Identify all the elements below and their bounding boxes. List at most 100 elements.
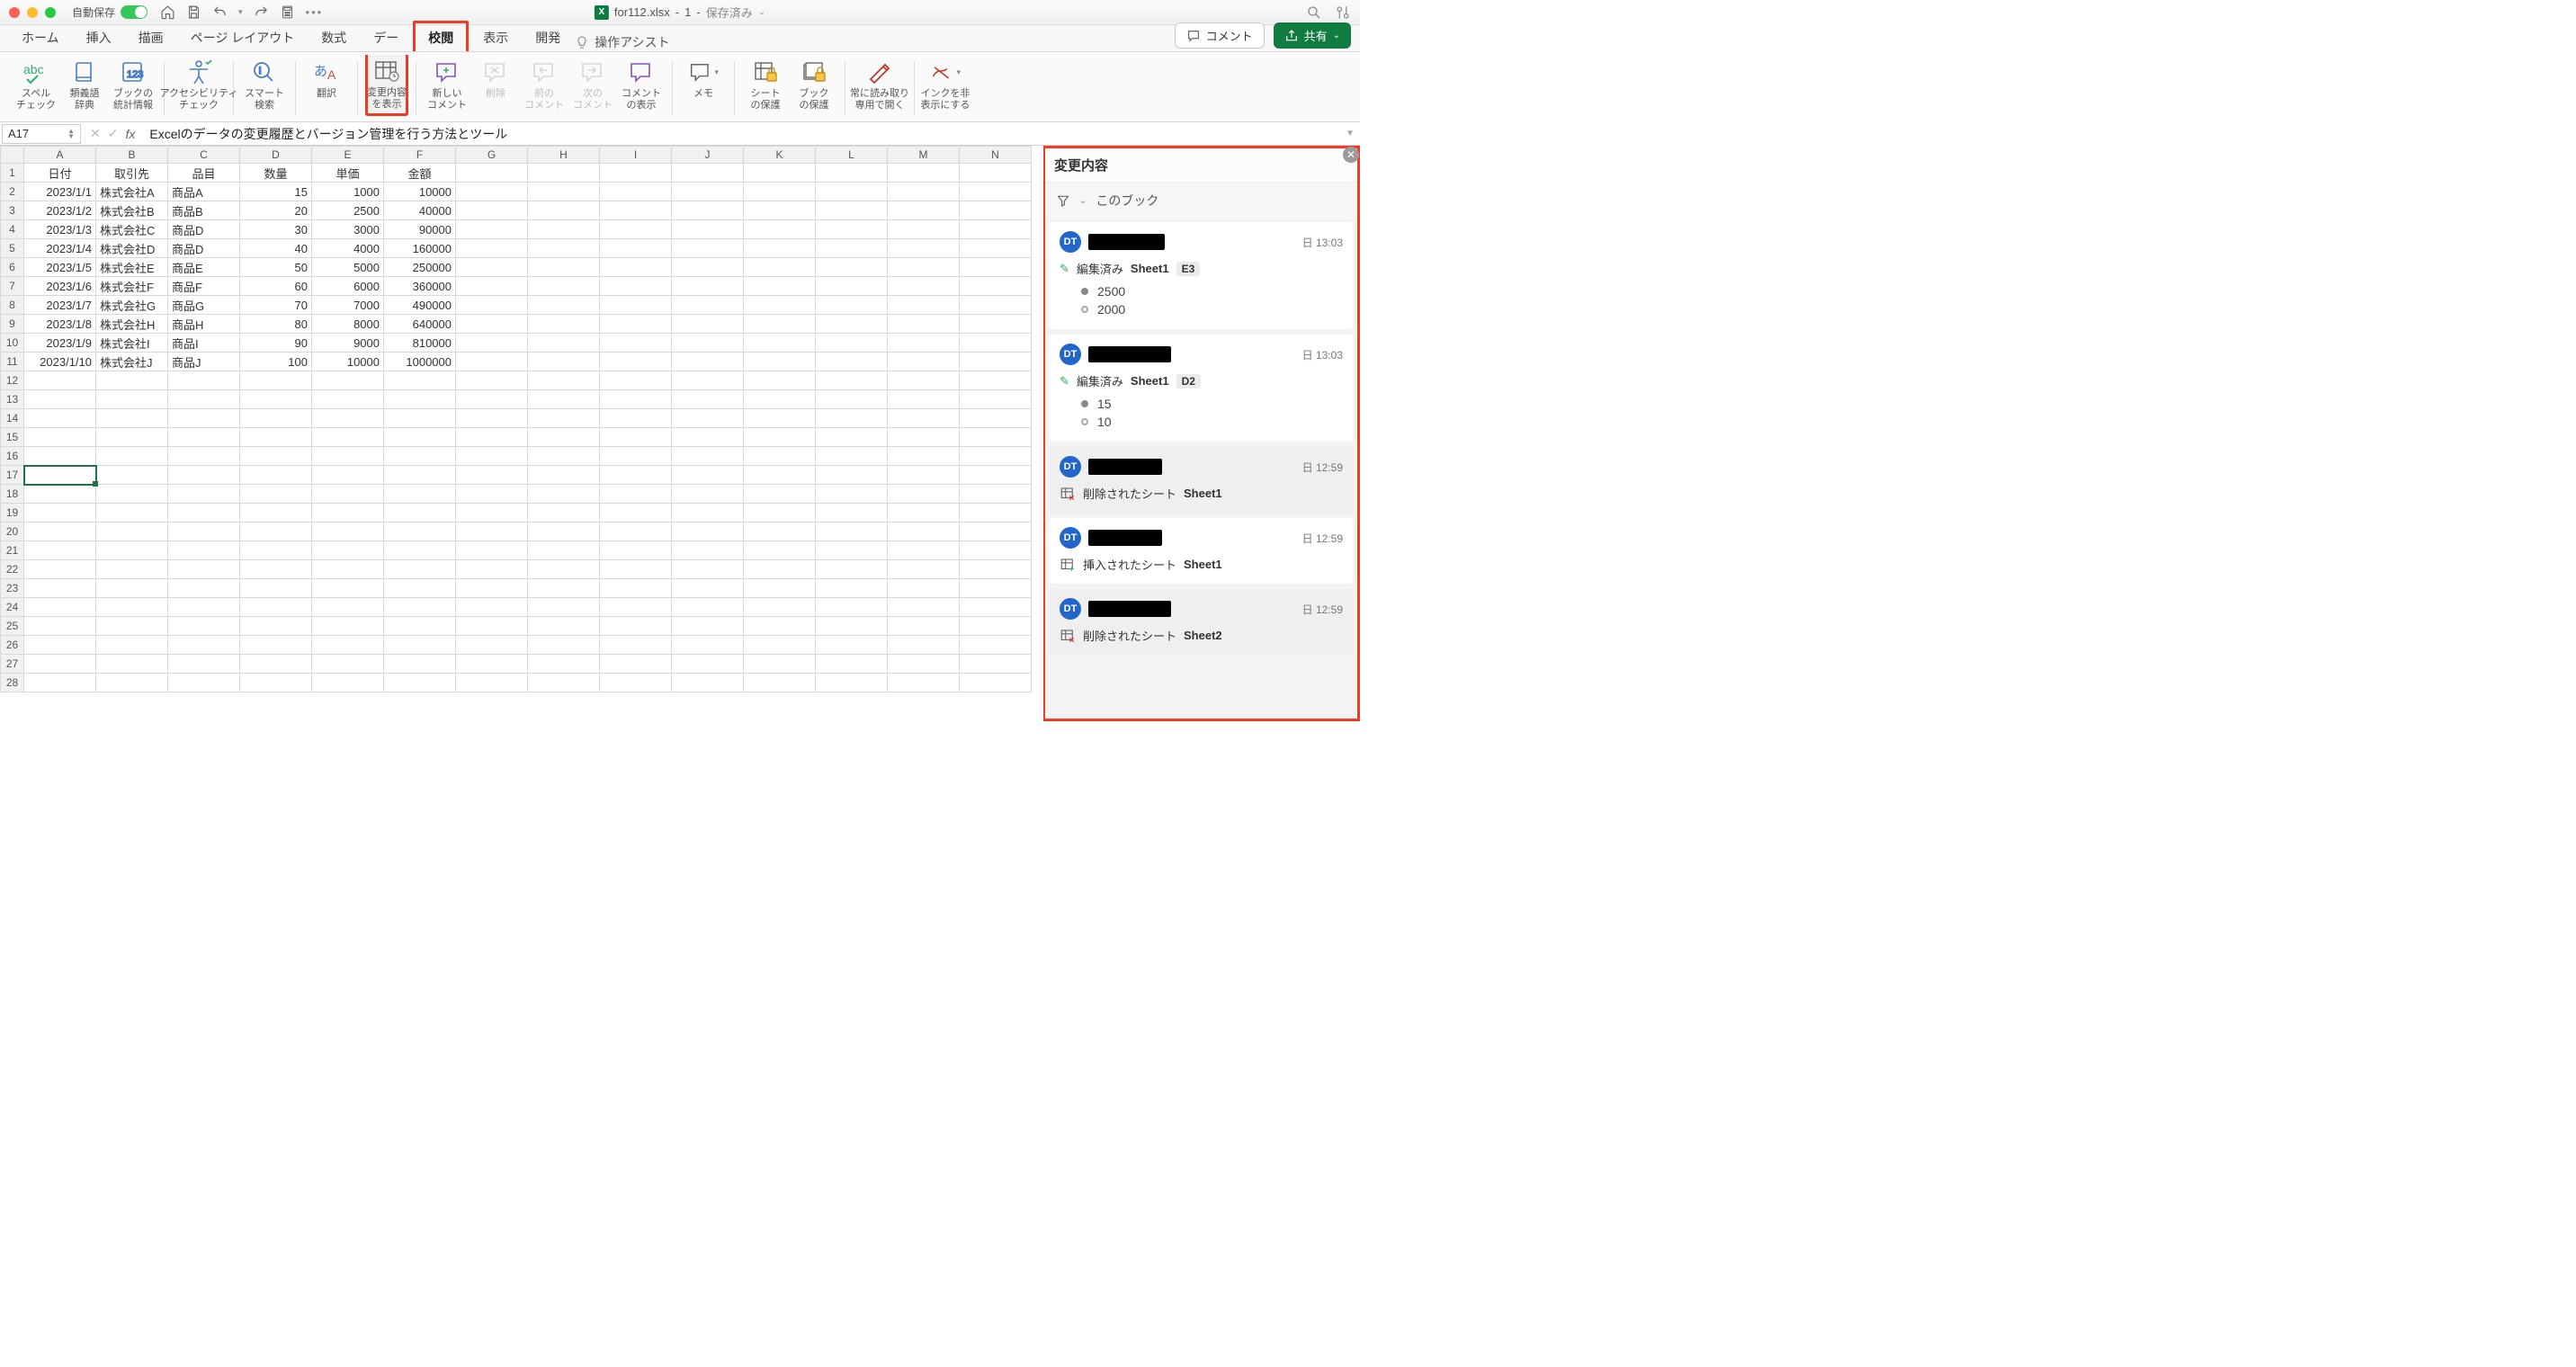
cell[interactable]: 60 — [240, 277, 312, 296]
row-header[interactable]: 7 — [1, 277, 24, 296]
show-changes[interactable]: 変更内容 を表示 — [365, 55, 408, 116]
cell[interactable] — [744, 504, 816, 523]
cell[interactable] — [600, 617, 672, 636]
cell[interactable] — [312, 466, 384, 485]
cell[interactable]: 株式会社G — [96, 296, 168, 315]
cell[interactable] — [600, 560, 672, 579]
cell[interactable] — [888, 334, 960, 353]
cell[interactable] — [96, 390, 168, 409]
cell[interactable] — [456, 674, 528, 692]
cell[interactable] — [672, 164, 744, 183]
cell[interactable] — [456, 447, 528, 466]
cell[interactable]: 490000 — [384, 296, 456, 315]
cell[interactable] — [600, 201, 672, 220]
cell[interactable] — [600, 541, 672, 560]
cell[interactable] — [672, 258, 744, 277]
cell[interactable] — [888, 636, 960, 655]
row-header[interactable]: 8 — [1, 296, 24, 315]
maximize-window[interactable] — [45, 7, 56, 18]
cell[interactable] — [960, 541, 1032, 560]
cell[interactable] — [672, 201, 744, 220]
row-header[interactable]: 27 — [1, 655, 24, 674]
cell[interactable] — [600, 447, 672, 466]
row-header[interactable]: 25 — [1, 617, 24, 636]
cell[interactable] — [816, 447, 888, 466]
cell[interactable] — [24, 371, 96, 390]
row-header[interactable]: 15 — [1, 428, 24, 447]
cell[interactable] — [744, 579, 816, 598]
protect-sheet[interactable]: シート の保護 — [744, 58, 787, 111]
cell[interactable]: 250000 — [384, 258, 456, 277]
cell[interactable] — [672, 617, 744, 636]
cell[interactable]: 株式会社I — [96, 334, 168, 353]
close-panel-icon[interactable]: ✕ — [1343, 147, 1359, 163]
col-header[interactable]: A — [24, 147, 96, 164]
home-icon[interactable] — [160, 4, 175, 20]
cell[interactable]: 株式会社D — [96, 239, 168, 258]
row-header[interactable]: 20 — [1, 523, 24, 541]
col-header[interactable]: M — [888, 147, 960, 164]
tab-developer[interactable]: 開発 — [523, 23, 573, 51]
cell[interactable] — [816, 485, 888, 504]
cell[interactable] — [168, 409, 240, 428]
cell[interactable] — [744, 617, 816, 636]
cell[interactable] — [528, 371, 600, 390]
cell[interactable] — [816, 353, 888, 371]
cell[interactable] — [312, 485, 384, 504]
fx-icon[interactable]: fx — [125, 127, 135, 141]
cell[interactable] — [816, 579, 888, 598]
row-header[interactable]: 10 — [1, 334, 24, 353]
cell[interactable] — [528, 334, 600, 353]
cell[interactable]: 取引先 — [96, 164, 168, 183]
undo-icon[interactable] — [212, 4, 228, 20]
cell[interactable] — [528, 353, 600, 371]
cell[interactable]: 3000 — [312, 220, 384, 239]
cell[interactable] — [168, 390, 240, 409]
tell-me[interactable]: 操作アシスト — [575, 33, 669, 51]
cell[interactable] — [888, 541, 960, 560]
cell[interactable] — [744, 390, 816, 409]
cell[interactable] — [384, 636, 456, 655]
cell[interactable] — [96, 428, 168, 447]
tab-data[interactable]: デー — [361, 23, 411, 51]
accept-formula-icon[interactable]: ✓ — [108, 126, 119, 141]
col-header[interactable]: C — [168, 147, 240, 164]
cell[interactable] — [600, 428, 672, 447]
cell[interactable] — [240, 636, 312, 655]
change-card[interactable]: DT 日 12:59 挿入されたシート Sheet1 — [1049, 518, 1354, 584]
cell[interactable] — [312, 428, 384, 447]
cell[interactable] — [816, 371, 888, 390]
cell[interactable]: 株式会社F — [96, 277, 168, 296]
cell[interactable] — [240, 523, 312, 541]
cell[interactable] — [672, 220, 744, 239]
col-header[interactable]: K — [744, 147, 816, 164]
cell[interactable] — [312, 674, 384, 692]
cell[interactable]: 810000 — [384, 334, 456, 353]
cell[interactable] — [600, 277, 672, 296]
cell[interactable] — [960, 201, 1032, 220]
cell[interactable] — [312, 579, 384, 598]
cell[interactable]: 8000 — [312, 315, 384, 334]
cell[interactable] — [24, 485, 96, 504]
thesaurus[interactable]: 類義語 辞典 — [63, 58, 106, 111]
cell[interactable] — [456, 239, 528, 258]
tab-layout[interactable]: ページ レイアウト — [178, 23, 308, 51]
cell[interactable]: 商品D — [168, 220, 240, 239]
cell[interactable] — [960, 409, 1032, 428]
cell[interactable] — [888, 504, 960, 523]
cell[interactable] — [744, 428, 816, 447]
more-icon[interactable]: ••• — [306, 5, 324, 19]
cell[interactable] — [312, 560, 384, 579]
cell[interactable] — [96, 485, 168, 504]
cell[interactable] — [528, 447, 600, 466]
cell[interactable] — [456, 315, 528, 334]
cell[interactable] — [888, 485, 960, 504]
cell[interactable] — [168, 523, 240, 541]
cell[interactable] — [744, 485, 816, 504]
cell[interactable] — [456, 296, 528, 315]
cell[interactable] — [744, 258, 816, 277]
cell[interactable]: 9000 — [312, 334, 384, 353]
cell[interactable] — [240, 541, 312, 560]
translate[interactable]: あA翻訳 — [305, 58, 348, 100]
cell[interactable] — [744, 447, 816, 466]
